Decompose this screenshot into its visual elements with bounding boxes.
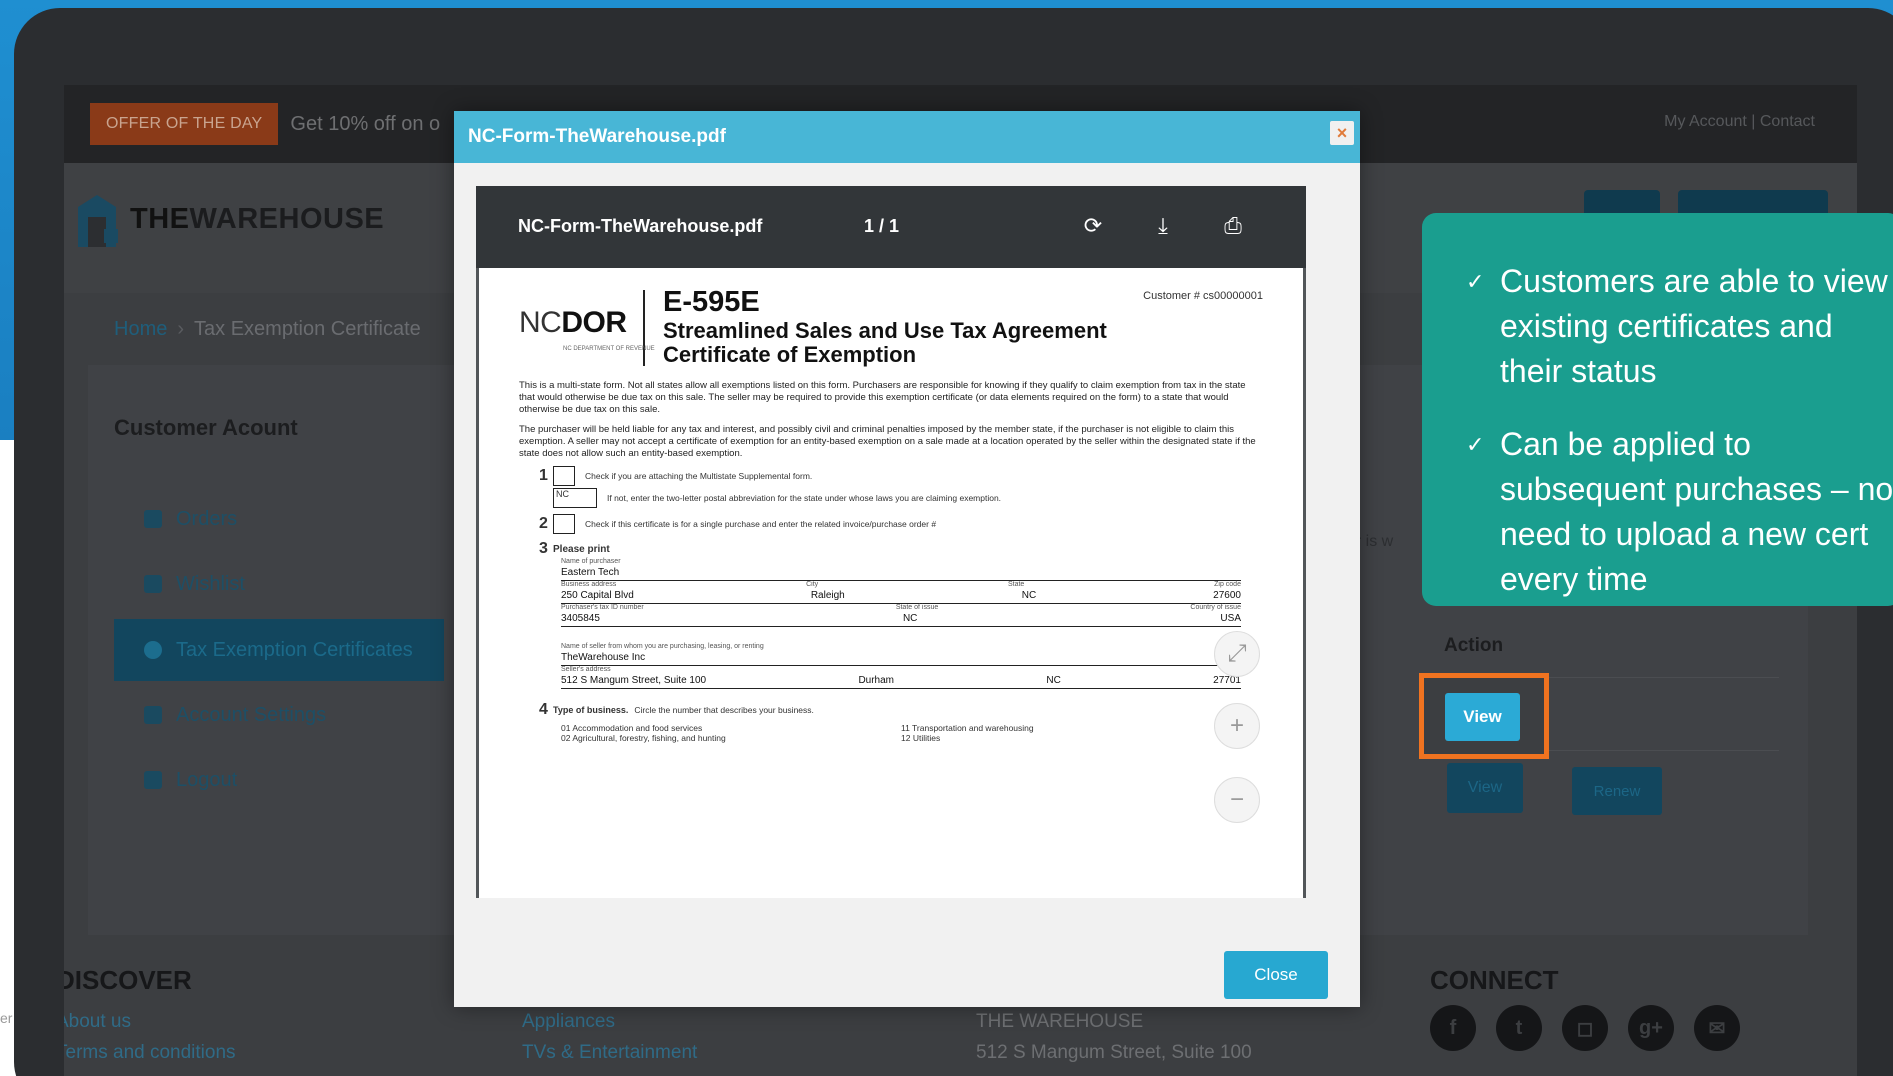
modal-close-button[interactable]: Close	[1224, 951, 1328, 999]
state-field: NC	[553, 488, 597, 508]
sidebar-item-label: Logout	[176, 768, 238, 791]
feature-callout: ✓ Customers are able to view existing ce…	[1422, 213, 1893, 606]
seller-name-field: TheWarehouse Inc	[561, 650, 1241, 666]
purchaser-name-field: Eastern Tech	[561, 565, 1241, 581]
pdf-toolbar: NC-Form-TheWarehouse.pdf 1 / 1 ⟳ ⤓ ⎙	[476, 186, 1306, 268]
user-icon	[144, 706, 162, 724]
sidebar-item-logout[interactable]: Logout	[114, 749, 444, 811]
form-header: NCDOR NC DEPARTMENT OF REVENUE E-595E St…	[519, 286, 1263, 372]
pdf-viewer[interactable]: NC-Form-TheWarehouse.pdf 1 / 1 ⟳ ⤓ ⎙ NCD…	[476, 186, 1306, 898]
renew-button[interactable]: Renew	[1572, 767, 1662, 815]
callout-item: ✓ Customers are able to view existing ce…	[1466, 259, 1893, 394]
twitter-icon[interactable]: t	[1496, 1005, 1542, 1051]
offer-badge[interactable]: OFFER OF THE DAY	[90, 103, 279, 145]
orders-icon	[144, 510, 162, 528]
rotate-icon[interactable]: ⟳	[1080, 212, 1106, 240]
form-step-3: 3 Please print	[539, 540, 610, 557]
footer-discover-heading: DISCOVER	[64, 965, 192, 995]
breadcrumb-current: Tax Exemption Certificate	[194, 318, 421, 340]
view-button-row-2[interactable]: View	[1447, 763, 1523, 813]
form-intro-paragraph: This is a multi-state form. Not all stat…	[519, 380, 1246, 415]
modal-header: NC-Form-TheWarehouse.pdf	[454, 111, 1360, 163]
download-icon[interactable]: ⤓	[1150, 212, 1176, 240]
sidebar-item-orders[interactable]: Orders	[114, 488, 444, 550]
field-label: Name of seller from whom you are purchas…	[561, 643, 764, 650]
sidebar-item-label: Wishlist	[176, 572, 245, 595]
footer-link-tvs[interactable]: TVs & Entertainment	[522, 1042, 697, 1064]
sidebar-item-tax-exemption-certificates[interactable]: Tax Exemption Certificates	[114, 619, 444, 681]
breadcrumb-separator: ›	[177, 318, 185, 340]
sidebar-title: Customer Acount	[114, 415, 298, 440]
google-plus-icon[interactable]: g+	[1628, 1005, 1674, 1051]
footer-address: 512 S Mangum Street, Suite 100	[976, 1042, 1252, 1063]
seller-address-field: 512 S Mangum Street, Suite 100 Durham NC 27…	[561, 673, 1241, 689]
email-icon[interactable]: ✉	[1694, 1005, 1740, 1051]
checkbox	[553, 514, 575, 534]
modal-title: NC-Form-TheWarehouse.pdf	[468, 126, 726, 147]
field-label: Business address City State Zip code	[561, 581, 1241, 588]
purchaser-address-field: 250 Capital Blvd Raleigh NC 27600	[561, 588, 1241, 604]
breadcrumb-home[interactable]: Home	[114, 318, 167, 340]
form-title-line-2: Certificate of Exemption	[663, 342, 917, 367]
sidebar-item-label: Orders	[176, 507, 238, 530]
close-icon[interactable]: ×	[1330, 121, 1354, 145]
footer-connect-heading: CONNECT	[1430, 965, 1559, 995]
footer-company-name: THE WAREHOUSE	[976, 1011, 1144, 1032]
form-title-block: E-595E Streamlined Sales and Use Tax Agr…	[663, 286, 1107, 367]
checkbox	[553, 466, 575, 486]
pdf-page: NCDOR NC DEPARTMENT OF REVENUE E-595E St…	[479, 268, 1303, 898]
form-title-line-1: Streamlined Sales and Use Tax Agreement	[663, 318, 1107, 343]
action-column-header: Action	[1444, 635, 1504, 656]
logo-text[interactable]: THEWAREHOUSE	[130, 203, 384, 236]
account-contact-links[interactable]: My Account | Contact	[1664, 113, 1815, 131]
sidebar-item-wishlist[interactable]: Wishlist	[114, 553, 444, 615]
form-step-2: 2 Check if this certificate is for a sing…	[539, 514, 937, 534]
field-label: Seller's address	[561, 666, 611, 673]
header-divider	[643, 290, 645, 366]
ncdor-logo: NCDOR	[519, 306, 627, 339]
checkmark-icon: ✓	[1466, 432, 1485, 457]
heart-icon	[144, 575, 162, 593]
form-step-1b: NC If not, enter the two-letter postal ab…	[519, 488, 1263, 508]
checkmark-icon: ✓	[1466, 269, 1485, 294]
left-cut-text: er	[0, 1010, 13, 1026]
form-liability-paragraph: The purchaser will be held liable for an…	[519, 424, 1256, 459]
footer-link-terms[interactable]: Terms and conditions	[64, 1042, 236, 1064]
print-icon[interactable]: ⎙	[1220, 212, 1246, 240]
warehouse-logo-icon	[78, 195, 118, 247]
circle-icon	[144, 641, 162, 659]
facebook-icon[interactable]: f	[1430, 1005, 1476, 1051]
callout-item-text: Customers are able to view existing cert…	[1500, 263, 1888, 389]
breadcrumb: Home › Tax Exemption Certificate	[114, 318, 421, 341]
offer-text: Get 10% off on o	[290, 112, 441, 135]
zoom-fit-icon[interactable]: ⤢	[1214, 631, 1260, 677]
sidebar-item-label: Account Settings	[176, 703, 327, 726]
field-label: Name of purchaser	[561, 558, 621, 565]
purchaser-taxid-field: 3405845 NC USA	[561, 611, 1241, 627]
pdf-preview-modal: NC-Form-TheWarehouse.pdf × NC-Form-TheWa…	[454, 111, 1360, 1007]
pdf-page-counter: 1 / 1	[864, 216, 900, 236]
footer-link-about[interactable]: About us	[64, 1011, 131, 1033]
form-step-4: 4 Type of business. Circle the number that…	[539, 701, 814, 718]
logout-icon	[144, 771, 162, 789]
footer-link-appliances[interactable]: Appliances	[522, 1011, 615, 1033]
form-step-1: 1 Check if you are attaching the Multista…	[539, 466, 813, 486]
zoom-in-icon[interactable]: +	[1214, 703, 1260, 749]
callout-item: ✓ Can be applied to subsequent purchases…	[1466, 422, 1893, 602]
callout-item-text: Can be applied to subsequent purchases –…	[1500, 426, 1893, 597]
customer-number: Customer # cs00000001	[1143, 290, 1263, 302]
business-types: 01 Accommodation and food services 02 Agr…	[561, 723, 1034, 743]
view-certificate-button[interactable]: View	[1445, 693, 1520, 741]
instagram-icon[interactable]: ◻	[1562, 1005, 1608, 1051]
ncdor-logo-subtitle: NC DEPARTMENT OF REVENUE	[563, 346, 655, 352]
sidebar-item-label: Tax Exemption Certificates	[176, 638, 413, 661]
field-label: Purchaser's tax ID number State of issue C…	[561, 604, 1241, 611]
zoom-out-icon[interactable]: −	[1214, 777, 1260, 823]
pdf-filename: NC-Form-TheWarehouse.pdf	[518, 216, 763, 236]
form-id: E-595E	[663, 286, 760, 318]
sidebar-item-account-settings[interactable]: Account Settings	[114, 684, 444, 746]
